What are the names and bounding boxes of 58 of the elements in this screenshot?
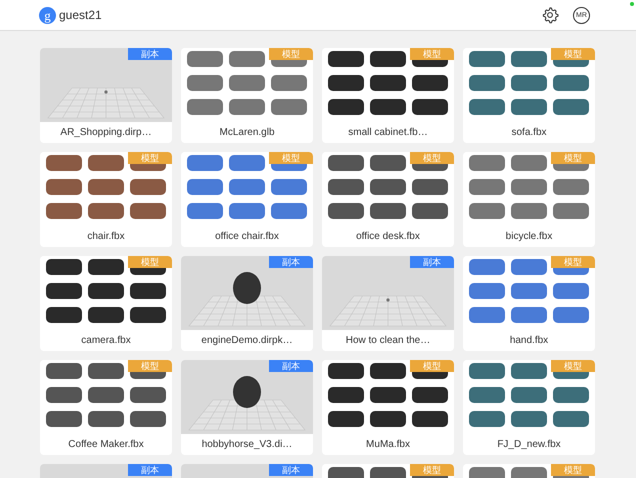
file-card[interactable]: 模型 McLaren.glb (181, 48, 313, 143)
file-card[interactable]: 模型 sofa.fbx (463, 48, 595, 143)
file-card[interactable]: 模型 small cabinet.fb… (322, 48, 454, 143)
type-badge: 模型 (269, 48, 313, 60)
type-badge: 模型 (551, 152, 595, 164)
type-badge: 模型 (551, 256, 595, 268)
file-name: How to clean the… (344, 334, 432, 348)
type-badge: 副本 (128, 464, 172, 476)
user-avatar[interactable]: g (39, 6, 56, 24)
type-badge: 模型 (128, 360, 172, 372)
file-name: engineDemo.dirpk… (200, 334, 294, 348)
type-badge: 副本 (128, 48, 172, 60)
file-name: FJ_D_new.fbx (496, 438, 562, 452)
type-badge: 副本 (410, 256, 454, 268)
file-card[interactable]: 副本 hobbyhorse_V3.di… (181, 360, 313, 455)
file-card[interactable]: 模型 camera.fbx (40, 256, 172, 351)
file-name: hand.fbx (508, 334, 550, 348)
settings-icon[interactable] (541, 6, 559, 24)
file-card[interactable]: 模型 bicycle.fbx (463, 152, 595, 247)
file-card[interactable]: 模型 FJ_D_new.fbx (463, 360, 595, 455)
file-name: bicycle.fbx (504, 230, 554, 244)
type-badge: 模型 (410, 152, 454, 164)
status-dot (630, 2, 634, 6)
file-name: office desk.fbx (355, 230, 421, 244)
type-badge: 副本 (269, 464, 313, 476)
file-name: hobbyhorse_V3.di… (200, 438, 294, 452)
file-card[interactable]: 副本 (40, 464, 172, 478)
file-card[interactable]: 模型 MuMa.fbx (322, 360, 454, 455)
file-name: McLaren.glb (218, 126, 276, 140)
file-card[interactable]: 副本 AR_Shopping.dirp… (40, 48, 172, 143)
type-badge: 模型 (410, 360, 454, 372)
file-card[interactable]: 模型 hand.fbx (463, 256, 595, 351)
file-card[interactable]: 副本 engineDemo.dirpk… (181, 256, 313, 351)
type-badge: 模型 (269, 152, 313, 164)
type-badge: 模型 (410, 48, 454, 60)
file-card[interactable]: 模型 office desk.fbx (322, 152, 454, 247)
username: guest21 (59, 8, 102, 22)
file-card[interactable]: 副本 (181, 464, 313, 478)
file-card[interactable]: 模型 chair.fbx (40, 152, 172, 247)
type-badge: 副本 (269, 256, 313, 268)
file-name: sofa.fbx (510, 126, 548, 140)
file-name: small cabinet.fb… (347, 126, 429, 140)
file-name: office chair.fbx (214, 230, 280, 244)
type-badge: 模型 (128, 256, 172, 268)
type-badge: 模型 (128, 152, 172, 164)
type-badge: 模型 (551, 464, 595, 476)
type-badge: 模型 (410, 464, 454, 476)
file-name: camera.fbx (80, 334, 132, 348)
file-name: MuMa.fbx (365, 438, 411, 452)
type-badge: 副本 (269, 360, 313, 372)
file-card[interactable]: 副本 How to clean the… (322, 256, 454, 351)
file-card[interactable]: 模型 office chair.fbx (181, 152, 313, 247)
file-name: chair.fbx (86, 230, 126, 244)
type-badge: 模型 (551, 48, 595, 60)
file-card[interactable]: 模型 Coffee Maker.fbx (40, 360, 172, 455)
file-name: AR_Shopping.dirp… (59, 126, 153, 140)
file-name: Coffee Maker.fbx (67, 438, 145, 452)
type-badge: 模型 (551, 360, 595, 372)
